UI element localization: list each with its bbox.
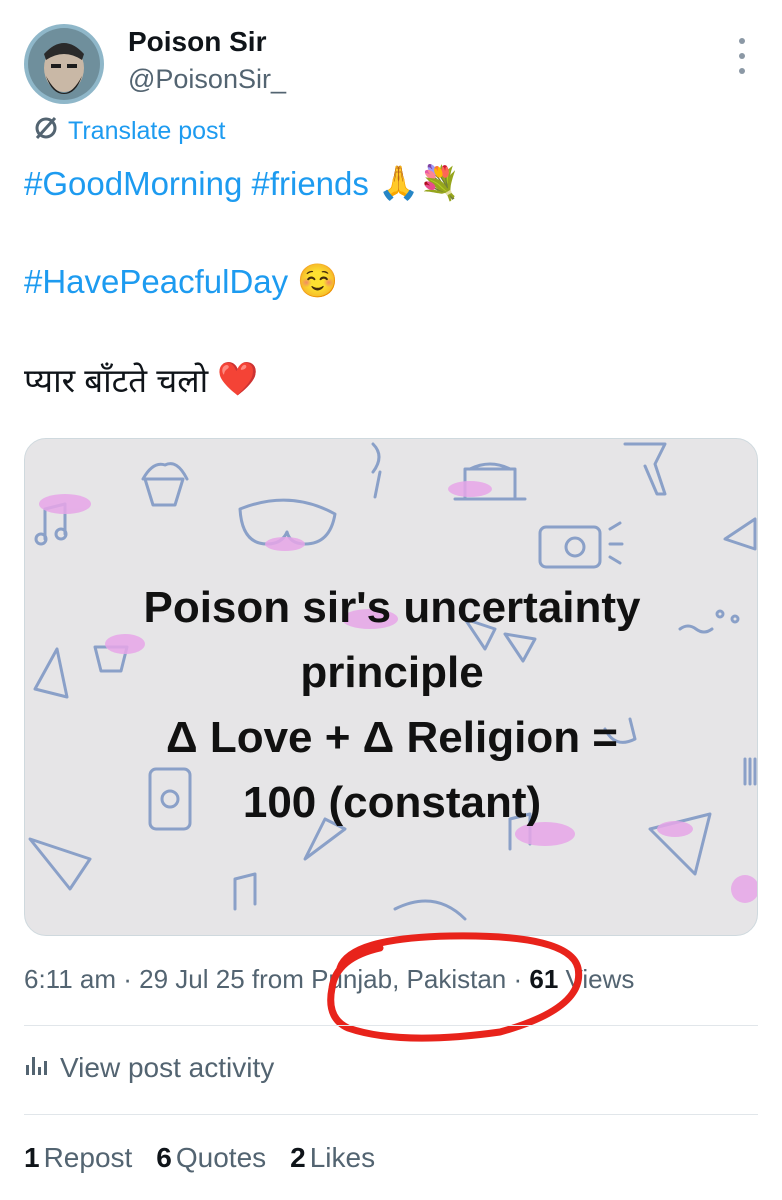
avatar[interactable]: [24, 24, 104, 104]
more-dot-icon: [739, 38, 745, 44]
post-time[interactable]: 6:11 am: [24, 964, 116, 995]
post-date[interactable]: 29 Jul 25: [139, 964, 245, 995]
engagement-stats: 1 Repost 6 Quotes 2 Likes: [24, 1142, 375, 1174]
likes-stat[interactable]: 2 Likes: [290, 1142, 375, 1174]
quotes-label: Quotes: [175, 1142, 267, 1173]
emoji-heart: ❤️: [217, 360, 259, 397]
quotes-count: 6: [156, 1142, 172, 1173]
activity-bars-icon: [24, 1052, 48, 1084]
more-dot-icon: [739, 53, 745, 59]
image-text-line-1: Poison sir's uncertainty: [143, 583, 641, 632]
from-prefix: from: [251, 964, 304, 994]
image-text-line-2: principle: [300, 648, 484, 697]
translate-post-link[interactable]: Translate post: [32, 114, 225, 148]
user-handle[interactable]: @PoisonSir_: [128, 64, 286, 95]
translate-label: Translate post: [68, 116, 226, 145]
hashtag-goodmorning[interactable]: #GoodMorning: [24, 165, 242, 203]
hashtag-friends[interactable]: #friends: [251, 165, 368, 203]
post-text-line-1: #GoodMorning #friends 🙏💐: [24, 164, 460, 203]
red-annotation-circle: [327, 932, 583, 1042]
post-image[interactable]: Poison sir's uncertainty principle Δ Lov…: [24, 438, 758, 936]
reposts-label: Repost: [43, 1142, 133, 1173]
reposts-stat[interactable]: 1 Repost: [24, 1142, 132, 1174]
more-options-button[interactable]: [730, 38, 754, 74]
hindi-text: प्यार बाँटते चलो: [24, 362, 209, 399]
activity-label: View post activity: [60, 1052, 275, 1083]
more-dot-icon: [739, 68, 745, 74]
image-text-block: Poison sir's uncertainty principle Δ Lov…: [25, 575, 757, 835]
image-text-line-4: 100 (constant): [242, 778, 542, 827]
reposts-count: 1: [24, 1142, 40, 1173]
post-text-line-3: प्यार बाँटते चलो ❤️: [24, 357, 258, 402]
emoji-pray-bouquet: 🙏💐: [378, 164, 461, 201]
translate-icon: [32, 114, 60, 149]
display-name[interactable]: Poison Sir: [128, 26, 266, 58]
hashtag-havepeacfulday[interactable]: #HavePeacfulDay: [24, 263, 288, 301]
divider: [24, 1114, 758, 1115]
quotes-stat[interactable]: 6 Quotes: [156, 1142, 266, 1174]
likes-label: Likes: [309, 1142, 376, 1173]
divider: [24, 1025, 758, 1026]
image-text-line-3: Δ Love + Δ Religion =: [165, 713, 618, 762]
emoji-smile: ☺️: [297, 262, 339, 299]
post-text-line-2: #HavePeacfulDay ☺️: [24, 262, 338, 301]
view-post-activity-link[interactable]: View post activity: [24, 1052, 274, 1084]
likes-count: 2: [290, 1142, 306, 1173]
